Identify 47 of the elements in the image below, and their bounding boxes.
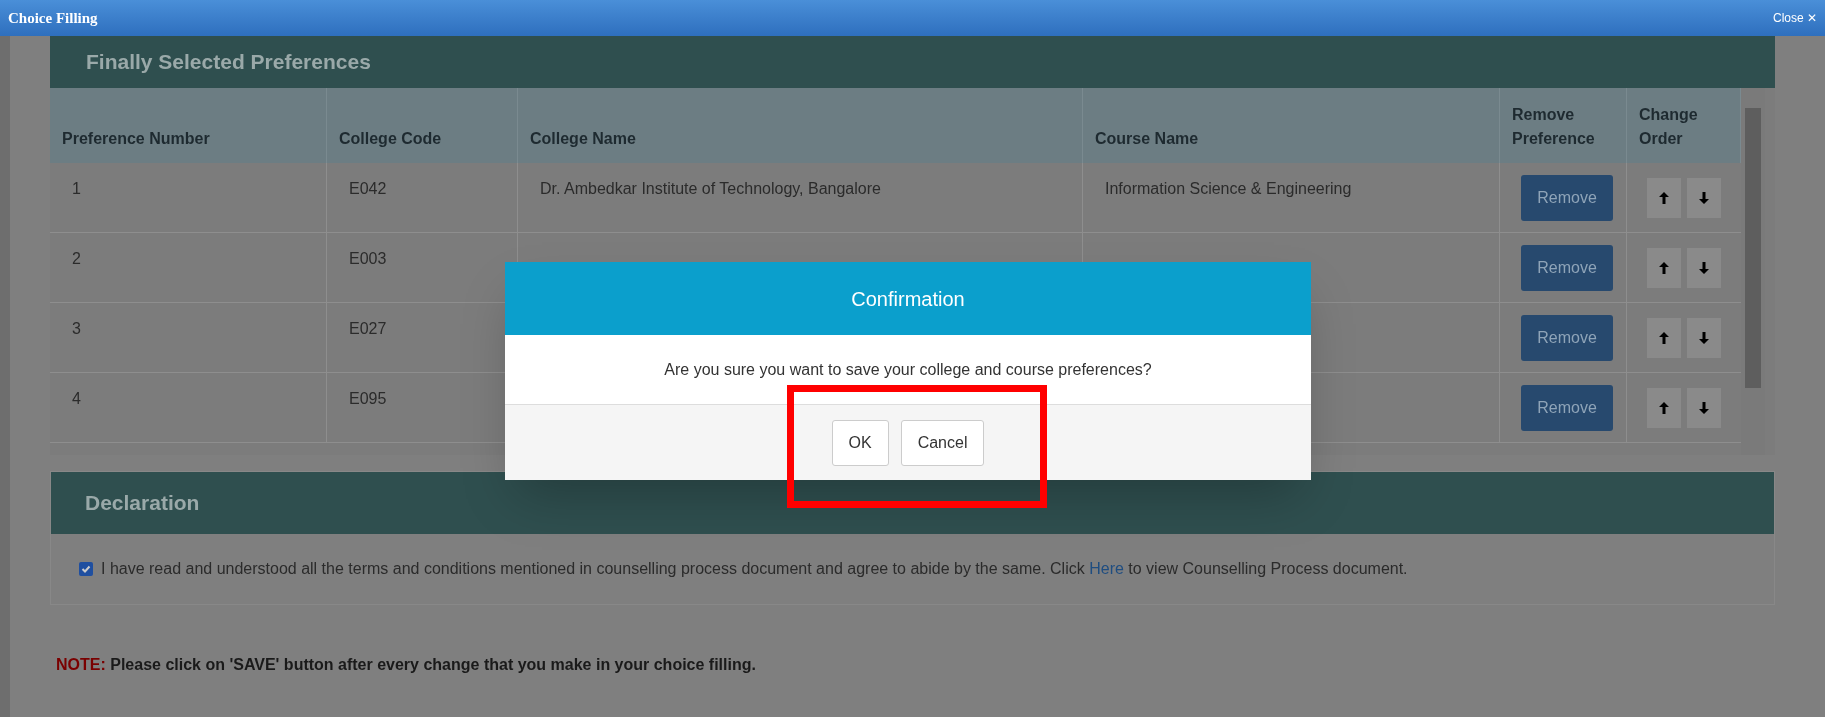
move-down-button[interactable] <box>1687 177 1721 218</box>
declaration-text: I have read and understood all the terms and conditions mentioned in counselling process document and agree to abide by the same. Click Here to view Counselling Process document. <box>101 559 1408 579</box>
up-arrow-icon <box>1658 330 1670 345</box>
ok-button[interactable]: OK <box>831 419 889 466</box>
panel-title: Declaration <box>85 490 200 517</box>
up-arrow-icon <box>1658 260 1670 275</box>
table-cell: E095 <box>349 390 387 407</box>
move-up-button[interactable] <box>1647 247 1681 288</box>
down-arrow-icon <box>1698 190 1710 205</box>
table-cell: 1 <box>72 180 81 197</box>
table-cell: 3 <box>72 320 81 337</box>
panel-title: Finally Selected Preferences <box>86 49 371 76</box>
column-header: Preference Number <box>50 88 327 163</box>
move-down-button[interactable] <box>1687 387 1721 428</box>
column-header: College Code <box>327 88 518 163</box>
down-arrow-icon <box>1698 330 1710 345</box>
window-title: Choice Filling <box>8 8 98 28</box>
table-cell: E042 <box>349 180 387 197</box>
down-arrow-icon <box>1698 400 1710 415</box>
remove-button[interactable]: Remove <box>1521 174 1613 221</box>
dialog-message: Are you sure you want to save your college and course preferences? <box>664 359 1152 380</box>
move-down-button[interactable] <box>1687 247 1721 288</box>
cancel-button[interactable]: Cancel <box>900 419 985 466</box>
table-cell: Information Science & Engineering <box>1105 180 1352 197</box>
table-cell: 2 <box>72 250 81 267</box>
table-cell: E027 <box>349 320 387 337</box>
remove-button[interactable]: Remove <box>1521 384 1613 431</box>
move-up-button[interactable] <box>1647 177 1681 218</box>
move-up-button[interactable] <box>1647 317 1681 358</box>
move-up-button[interactable] <box>1647 387 1681 428</box>
table-cell: 4 <box>72 390 81 407</box>
table-cell: Dr. Ambedkar Institute of Technology, Bangalore <box>540 180 881 197</box>
move-down-button[interactable] <box>1687 317 1721 358</box>
remove-button[interactable]: Remove <box>1521 244 1613 291</box>
column-header: Remove Preference <box>1500 88 1627 163</box>
here-link[interactable]: Here <box>1089 560 1124 577</box>
close-link[interactable]: Close ✕ <box>1773 9 1817 27</box>
column-header: College Name <box>518 88 1083 163</box>
remove-button[interactable]: Remove <box>1521 314 1613 361</box>
note-text: NOTE: Please click on 'SAVE' button after every change that you make in your choice filling. <box>56 655 757 675</box>
column-header: Course Name <box>1083 88 1500 163</box>
up-arrow-icon <box>1658 190 1670 205</box>
table-cell: E003 <box>349 250 387 267</box>
checkbox[interactable] <box>79 562 93 576</box>
up-arrow-icon <box>1658 400 1670 415</box>
dialog-title: Confirmation <box>851 286 965 312</box>
down-arrow-icon <box>1698 260 1710 275</box>
